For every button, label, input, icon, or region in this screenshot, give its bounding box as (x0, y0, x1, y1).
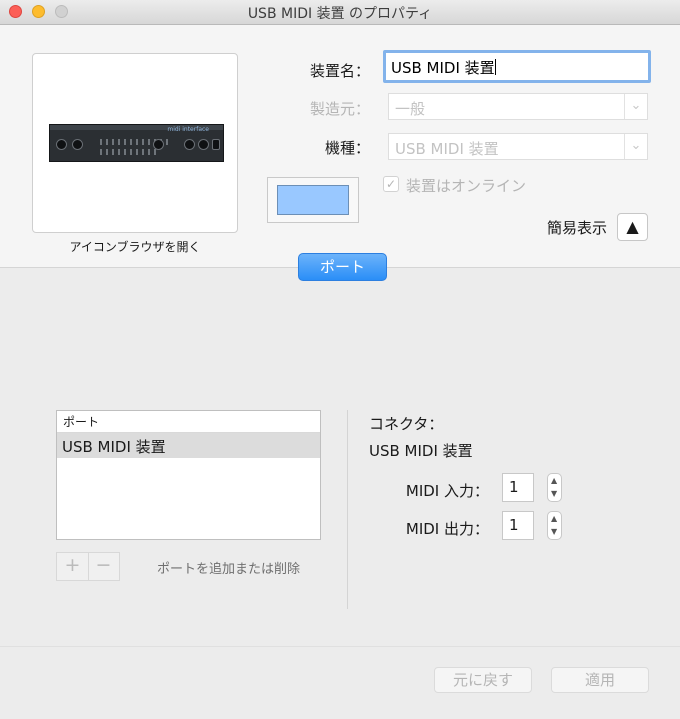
device-color-well[interactable] (267, 177, 359, 223)
manufacturer-select[interactable]: 一般 ⌄ (388, 93, 648, 120)
port-list[interactable]: ポート USB MIDI 装置 (56, 410, 321, 540)
simple-display-toggle-button[interactable]: ▲ (617, 213, 648, 241)
list-item[interactable]: USB MIDI 装置 (57, 433, 320, 458)
knob-icon (198, 139, 209, 150)
knob-icon (184, 139, 195, 150)
midi-out-field[interactable]: 1 (502, 511, 534, 540)
online-label: 装置はオンライン (406, 177, 527, 195)
midi-in-label: MIDI 入力： (405, 482, 489, 500)
window-title: USB MIDI 装置 のプロパティ (247, 6, 433, 22)
tab-ports[interactable]: ポート (298, 253, 387, 281)
midi-interface-device-icon: midi interface (49, 124, 224, 162)
device-icon-preview[interactable]: midi interface (32, 53, 238, 233)
properties-window: USB MIDI 装置 のプロパティ midi interface アイコンブラ… (0, 0, 680, 719)
port-list-header[interactable]: ポート (57, 411, 320, 433)
text-caret (494, 59, 496, 75)
device-name-field[interactable]: USB MIDI 装置 (383, 50, 651, 83)
chevron-down-icon: ⌄ (624, 94, 647, 119)
power-switch-icon (212, 139, 220, 150)
midi-out-stepper[interactable]: ▲ ▼ (547, 511, 562, 540)
connector-label: コネクタ： (369, 415, 444, 433)
title-bar[interactable]: USB MIDI 装置 のプロパティ (0, 0, 680, 25)
midi-port-icon (56, 139, 67, 150)
add-remove-port-label: ポートを追加または削除 (157, 562, 301, 577)
model-value: USB MIDI 装置 (395, 140, 499, 158)
color-swatch (277, 185, 349, 215)
device-brand-text: midi interface (167, 126, 209, 133)
midi-in-stepper[interactable]: ▲ ▼ (547, 473, 562, 502)
add-remove-port-control: + − (56, 552, 120, 581)
stepper-down-icon[interactable]: ▼ (551, 489, 557, 498)
device-name-label: 装置名： (309, 62, 370, 80)
connector-value: USB MIDI 装置 (369, 442, 473, 460)
stepper-down-icon[interactable]: ▼ (551, 527, 557, 536)
midi-port-icon (72, 139, 83, 150)
add-port-button[interactable]: + (57, 553, 89, 580)
revert-button[interactable]: 元に戻す (434, 667, 532, 693)
simple-display-label: 簡易表示 (546, 219, 607, 237)
device-name-value: USB MIDI 装置 (391, 59, 495, 77)
manufacturer-label: 製造元： (309, 100, 370, 118)
remove-port-button[interactable]: − (88, 553, 119, 580)
open-icon-browser-link[interactable]: アイコンブラウザを開く (32, 238, 238, 255)
manufacturer-value: 一般 (395, 100, 426, 118)
vertical-divider (347, 410, 348, 609)
knob-icon (153, 139, 164, 150)
apply-button[interactable]: 適用 (551, 667, 649, 693)
midi-in-field[interactable]: 1 (502, 473, 534, 502)
online-checkbox[interactable]: ✓ (383, 176, 399, 192)
stepper-up-icon[interactable]: ▲ (551, 514, 557, 523)
model-label: 機種： (324, 139, 370, 157)
model-select[interactable]: USB MIDI 装置 ⌄ (388, 133, 648, 160)
led-row-icon (100, 149, 160, 155)
chevron-down-icon: ⌄ (624, 134, 647, 159)
triangle-up-icon: ▲ (626, 217, 639, 236)
stepper-up-icon[interactable]: ▲ (551, 476, 557, 485)
midi-out-label: MIDI 出力： (405, 520, 489, 538)
